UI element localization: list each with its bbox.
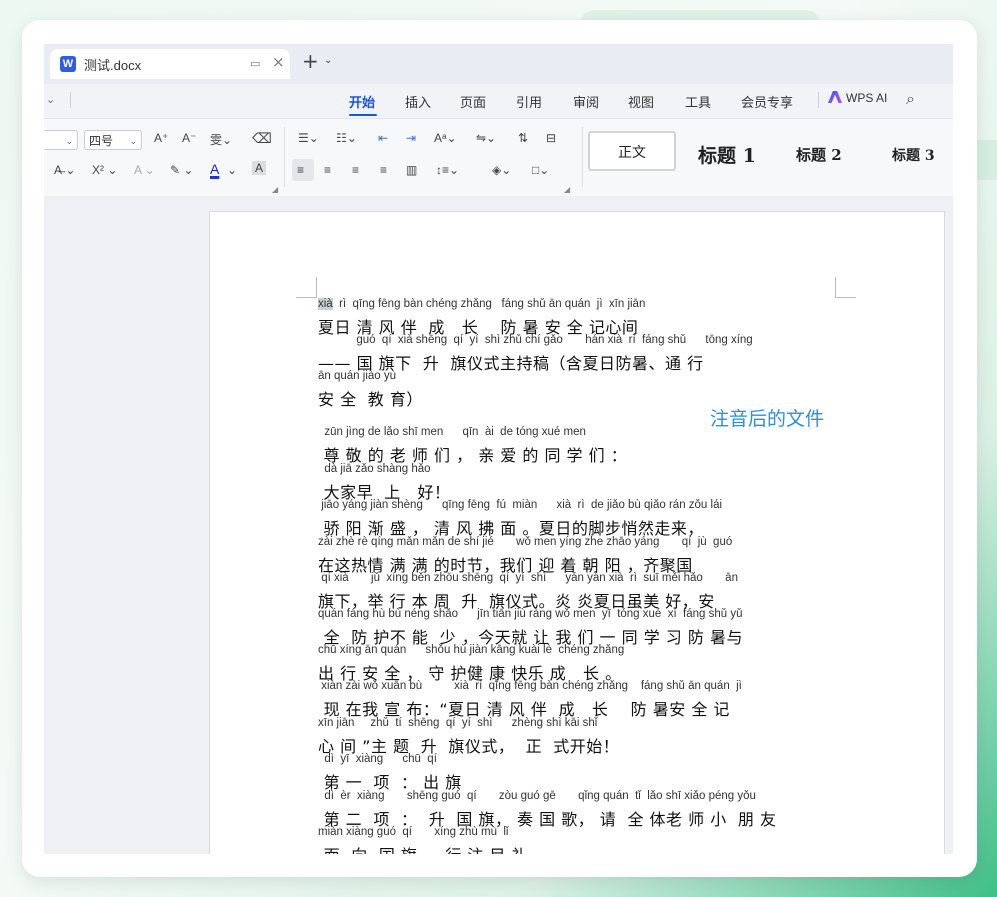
selection-highlight: xià — [318, 298, 333, 310]
pinyin-text: chū xíng ān quán shǒu hù jiàn kāng kuài … — [318, 644, 625, 656]
text-direction-icon[interactable]: Aᵃ⌄ — [434, 131, 457, 145]
menu-item-references[interactable]: 引用 — [516, 92, 542, 111]
font-size-value: 四号 — [89, 134, 114, 148]
menu-item-review[interactable]: 审阅 — [573, 92, 599, 111]
menu-item-view[interactable]: 视图 — [628, 92, 654, 111]
annotation-label: 注音后的文件 — [710, 408, 825, 430]
screenshot-card: W 测试.docx ▭ × + ⌄ ⌄ 开始 插入 页面 引用 审阅 视图 工具… — [22, 20, 977, 877]
document-canvas: xià rì qīng fēng bàn chéng zhǎng fáng sh… — [44, 196, 953, 854]
pinyin-text: xiàn zài wǒ xuān bù xià rì qīng fēng bàn… — [318, 680, 742, 692]
justify-icon[interactable]: ≡ — [380, 163, 387, 177]
menu-item-page[interactable]: 页面 — [460, 92, 486, 111]
increase-font-icon[interactable]: A⁺ — [154, 131, 168, 145]
chevron-down-icon: ⌄ — [129, 136, 137, 146]
text-effect-icon[interactable]: A ⌄ — [134, 163, 155, 177]
chevron-down-icon[interactable]: ⌄ — [46, 93, 55, 106]
crop-mark — [835, 277, 856, 298]
search-icon[interactable]: ⌕ — [906, 89, 915, 109]
divider — [284, 127, 285, 187]
menu-item-member[interactable]: 会员专享 — [741, 92, 793, 111]
pinyin-text: zài zhè rè qíng mǎn mǎn de shí jié wǒ me… — [318, 536, 733, 548]
pinyin-text: dà jiā zǎo shàng hǎo — [318, 463, 431, 475]
menu-item-tools[interactable]: 工具 — [685, 92, 711, 111]
strikethrough-icon[interactable]: A̶ ⌄ — [54, 163, 75, 177]
clear-format-icon[interactable]: ⌫ — [252, 130, 272, 147]
pinyin-text: dì yī xiàng chū qí — [318, 753, 437, 765]
font-color-icon[interactable]: A — [210, 161, 219, 177]
borders-icon[interactable]: □⌄ — [532, 163, 549, 177]
pinyin-text: ān quán jiào yù — [318, 370, 397, 382]
menu-bar: ⌄ 开始 插入 页面 引用 审阅 视图 工具 会员专享 WPS AI ⌕ — [44, 84, 953, 118]
wps-writer-icon: W — [60, 56, 76, 72]
menu-item-insert[interactable]: 插入 — [405, 92, 431, 111]
dialog-launcher-icon[interactable]: ◢ — [272, 185, 278, 194]
superscript-icon[interactable]: X² ⌄ — [92, 163, 117, 177]
bullets-icon[interactable]: ☰⌄ — [298, 131, 319, 145]
style-heading-3[interactable]: 标题 3 — [892, 145, 935, 165]
style-normal[interactable]: 正文 — [588, 131, 676, 171]
align-right-icon[interactable]: ≡ — [352, 163, 359, 177]
decrease-font-icon[interactable]: A⁻ — [182, 131, 196, 145]
tab-title: 测试.docx — [84, 58, 142, 73]
menu-item-start[interactable]: 开始 — [349, 92, 375, 111]
pinyin-text: quán fáng hù bù néng shǎo jīn tiān jiù r… — [318, 608, 743, 620]
pinyin-text: xīn jiān zhǔ tí shēng qí yí shì zhèng sh… — [318, 717, 598, 729]
pinyin-text: rì qīng fēng bàn chéng zhǎng fáng shǔ ān… — [332, 298, 646, 310]
document-tab[interactable]: W 测试.docx ▭ × — [50, 49, 290, 79]
phonetic-guide-icon[interactable]: 雯⌄ — [210, 131, 232, 148]
sort-az-icon[interactable]: ⇅ — [518, 131, 528, 145]
divider — [582, 127, 583, 187]
divider — [70, 92, 71, 108]
pinyin-text: dì èr xiàng shēng guó qí zòu guó gē qǐng… — [318, 790, 756, 802]
style-heading-2[interactable]: 标题 2 — [796, 144, 842, 165]
monitor-icon[interactable]: ▭ — [250, 57, 260, 70]
numbering-icon[interactable]: ☷⌄ — [336, 131, 357, 145]
decrease-indent-icon[interactable]: ⇤ — [378, 131, 388, 145]
pinyin-line: xià rì qīng fēng bàn chéng zhǎng fáng sh… — [318, 298, 645, 310]
wps-ai-icon — [828, 91, 842, 103]
wps-ai-label: WPS AI — [846, 91, 888, 105]
char-shading-icon[interactable]: A — [252, 161, 267, 175]
line-spacing-icon[interactable]: ↕≡⌄ — [436, 163, 459, 177]
divider — [818, 92, 819, 108]
increase-indent-icon[interactable]: ⇥ — [406, 131, 416, 145]
chinese-text: 面 向 国 旗， 行 注 目 礼 — [318, 842, 528, 854]
new-tab-plus-icon[interactable]: + — [302, 49, 319, 73]
close-icon[interactable]: × — [272, 53, 285, 71]
pinyin-text: qí xià jǔ xíng běn zhōu shēng qí yí shì … — [318, 572, 738, 584]
font-size-select[interactable]: 四号 ⌄ — [84, 130, 142, 150]
align-center-icon[interactable]: ≡ — [324, 163, 331, 177]
pinyin-text: zūn jìng de lǎo shī men qīn ài de tóng x… — [318, 426, 586, 438]
dialog-launcher-icon[interactable]: ◢ — [564, 185, 570, 194]
chinese-text: 安 全 教 育） — [318, 390, 423, 409]
shading-icon[interactable]: ◈⌄ — [492, 163, 511, 177]
align-left-icon[interactable]: ≡ — [297, 163, 304, 177]
ribbon-toolbar: ⌄ 四号 ⌄ A⁺ A⁻ 雯⌄ ⌫ A̶ ⌄ X² ⌄ A ⌄ ✎ ⌄ A ⌄ A… — [44, 118, 953, 198]
distributed-icon[interactable]: ▥ — [406, 163, 417, 177]
document-page[interactable]: xià rì qīng fēng bàn chéng zhǎng fáng sh… — [209, 211, 945, 854]
show-marks-icon[interactable]: ⊟ — [546, 131, 556, 145]
highlight-icon[interactable]: ✎ ⌄ — [170, 163, 193, 177]
chevron-down-icon[interactable]: ⌄ — [324, 55, 332, 66]
wps-window: W 测试.docx ▭ × + ⌄ ⌄ 开始 插入 页面 引用 审阅 视图 工具… — [44, 44, 953, 854]
pinyin-text: jiāo yáng jiàn shèng qīng fēng fú miàn x… — [318, 499, 723, 511]
tab-bar: W 测试.docx ▭ × + ⌄ — [44, 44, 953, 84]
font-name-select[interactable]: ⌄ — [44, 130, 78, 150]
active-tab-indicator — [349, 114, 377, 116]
wps-ai-button[interactable]: WPS AI — [828, 91, 887, 105]
pinyin-text: miàn xiàng guó qí xíng zhù mù lǐ — [318, 826, 509, 838]
sort-icon[interactable]: ⇋⌄ — [476, 131, 496, 145]
crop-mark — [296, 277, 317, 298]
pinyin-text: guó qí xià shēng qí yí shì zhǔ chí gǎo h… — [318, 334, 753, 346]
chevron-down-icon: ⌄ — [65, 136, 73, 146]
chevron-down-icon[interactable]: ⌄ — [227, 163, 237, 177]
style-heading-1[interactable]: 标题 1 — [698, 141, 756, 168]
